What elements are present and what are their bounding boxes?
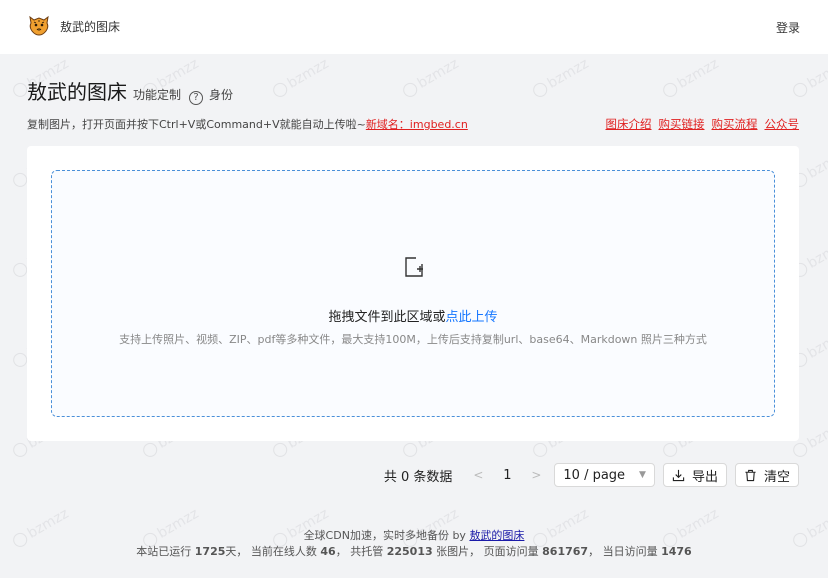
buy-link[interactable]: 购买链接 xyxy=(659,116,705,132)
watermark-logo-icon xyxy=(270,440,290,460)
online-value: 46 xyxy=(320,545,336,558)
uptime-unit: 天， xyxy=(225,545,248,558)
watermark-text: bzmzz xyxy=(674,55,722,92)
watermark-logo-icon xyxy=(270,80,290,100)
upload-prompt: 拖拽文件到此区域或点此上传 xyxy=(52,306,774,325)
description: 复制图片，打开页面并按下Ctrl+V或Command+V就能自动上传啦~新域名：… xyxy=(27,116,468,132)
watermark-text: bzmzz xyxy=(804,235,828,272)
tiger-logo-icon xyxy=(29,15,49,36)
today-value: 1476 xyxy=(661,545,692,558)
upload-dropzone[interactable]: 拖拽文件到此区域或点此上传 支持上传照片、视频、ZIP、pdf等多种文件，最大支… xyxy=(51,170,775,417)
click-upload-link[interactable]: 点此上传 xyxy=(446,310,498,325)
export-icon xyxy=(672,469,685,481)
watermark-logo-icon xyxy=(400,440,420,460)
watermark-logo-icon xyxy=(660,440,680,460)
watermark-text: bzmzz xyxy=(284,55,332,92)
footer: 全球CDN加速，实时多地备份 by 敖武的图床 本站已运行 1725天， 当前在… xyxy=(0,528,828,560)
watermark-logo-icon xyxy=(790,440,810,460)
watermark-logo-icon xyxy=(400,80,420,100)
footer-line-1: 全球CDN加速，实时多地备份 by 敖武的图床 xyxy=(0,528,828,544)
pagination: 共 0 条数据 < 1 > 10 / page ▼ 导出 清空 xyxy=(384,463,799,487)
watermark-mark: bzmzz xyxy=(790,56,828,101)
footer-stats: 本站已运行 1725天， 当前在线人数 46， 共托管 225013 张图片， … xyxy=(0,544,828,560)
clear-label: 清空 xyxy=(763,469,790,485)
paste-tip: 复制图片，打开页面并按下Ctrl+V或Command+V就能自动上传啦~ xyxy=(27,118,366,131)
watermark-text: bzmzz xyxy=(804,325,828,362)
next-page-button[interactable]: > xyxy=(526,468,546,482)
current-page[interactable]: 1 xyxy=(496,468,518,483)
watermark-mark: bzmzz xyxy=(270,56,331,101)
uptime-label: 本站已运行 xyxy=(136,545,192,558)
total-count: 共 0 条数据 xyxy=(383,469,453,485)
clear-button[interactable]: 清空 xyxy=(734,463,799,487)
footer-brand-link[interactable]: 敖武的图床 xyxy=(469,529,524,542)
purchase-process-link[interactable]: 购买流程 xyxy=(712,116,758,132)
upload-hint: 支持上传照片、视频、ZIP、pdf等多种文件，最大支持100M，上传后支持复制u… xyxy=(119,333,707,346)
identity-link[interactable]: 身份 xyxy=(209,86,233,103)
export-button[interactable]: 导出 xyxy=(662,463,727,487)
prev-page-button[interactable]: < xyxy=(468,468,488,482)
hosted-label: ， 共托管 xyxy=(335,545,384,558)
page-size-value: 10 / page xyxy=(563,467,626,483)
brand-name[interactable]: 敖武的图床 xyxy=(60,18,120,35)
watermark-text: bzmzz xyxy=(804,55,828,92)
watermark-logo-icon xyxy=(530,440,550,460)
top-bar: 敖武的图床 登录 xyxy=(0,0,828,54)
page-title: 敖武的图床 xyxy=(27,80,127,104)
cdn-text: 全球CDN加速，实时多地备份 by xyxy=(303,529,466,542)
wechat-account-link[interactable]: 公众号 xyxy=(765,116,800,132)
page-size-select[interactable]: 10 / page ▼ xyxy=(554,463,655,487)
hosted-unit: 张图片， xyxy=(436,545,481,558)
today-label: ， 当日访问量 xyxy=(588,545,658,558)
new-domain-link[interactable]: 新域名：imgbed.cn xyxy=(366,118,468,131)
online-label: 当前在线人数 xyxy=(250,545,317,558)
pv-value: 861767 xyxy=(542,545,589,558)
title-row: 敖武的图床 功能定制 ? 身份 xyxy=(27,76,233,105)
uptime-value: 1725 xyxy=(194,545,226,558)
watermark-logo-icon xyxy=(140,440,160,460)
watermark-logo-icon xyxy=(790,80,810,100)
custom-features-link[interactable]: 功能定制 xyxy=(133,86,181,103)
intro-link[interactable]: 图床介绍 xyxy=(606,116,652,132)
watermark-mark: bzmzz xyxy=(660,56,721,101)
export-label: 导出 xyxy=(691,469,718,485)
watermark-mark: bzmzz xyxy=(400,56,461,101)
watermark-logo-icon xyxy=(530,80,550,100)
upload-card: 拖拽文件到此区域或点此上传 支持上传照片、视频、ZIP、pdf等多种文件，最大支… xyxy=(27,146,799,441)
header-links: 图床介绍 购买链接 购买流程 公众号 xyxy=(606,116,800,132)
trash-icon xyxy=(745,469,756,481)
login-link[interactable]: 登录 xyxy=(776,19,800,36)
add-file-icon xyxy=(405,257,423,277)
watermark-mark: bzmzz xyxy=(530,56,591,101)
watermark-text: bzmzz xyxy=(804,145,828,182)
watermark-logo-icon xyxy=(10,440,30,460)
watermark-text: bzmzz xyxy=(544,55,592,92)
watermark-text: bzmzz xyxy=(804,415,828,452)
hosted-value: 225013 xyxy=(386,545,433,558)
pv-label: 页面访问量 xyxy=(483,545,539,558)
watermark-text: bzmzz xyxy=(414,55,462,92)
chevron-down-icon: ▼ xyxy=(639,470,646,480)
watermark-logo-icon xyxy=(660,80,680,100)
help-icon[interactable]: ? xyxy=(189,90,204,105)
upload-prompt-text: 拖拽文件到此区域或 xyxy=(328,310,446,325)
